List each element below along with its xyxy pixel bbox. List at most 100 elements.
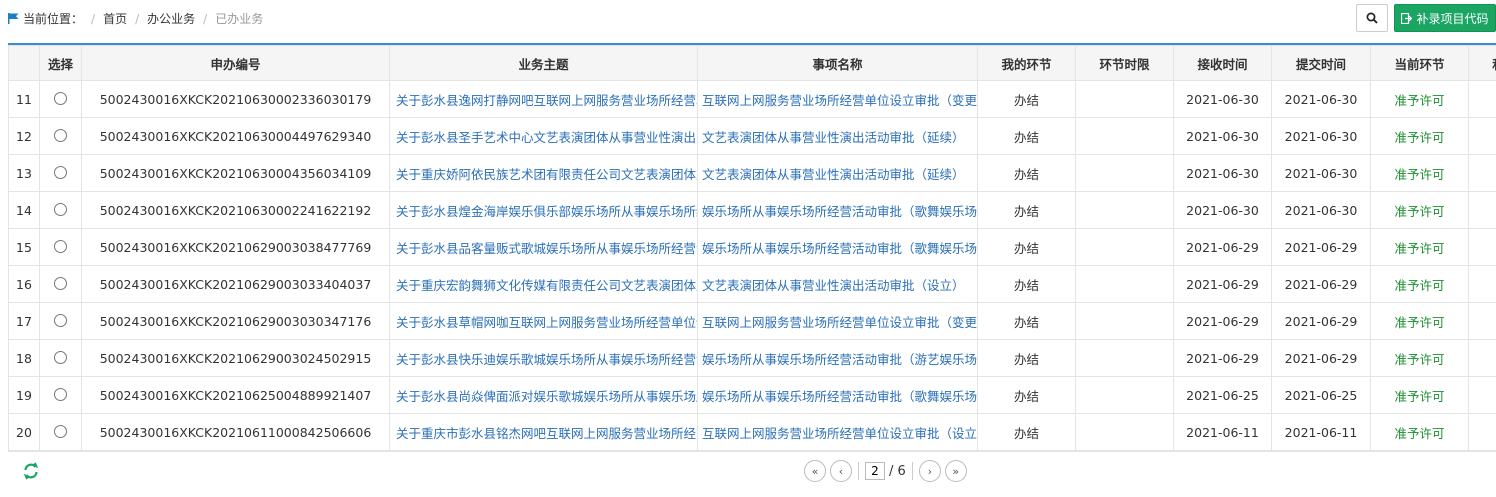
submitted-time: 2021-06-25: [1271, 376, 1371, 414]
step-limit: [1075, 413, 1174, 451]
column-header-index: [8, 45, 40, 81]
table-row[interactable]: 19 5002430016XKCK20210625004889921407 关于…: [8, 376, 1496, 414]
item-name-link[interactable]: 娱乐场所从事娱乐场所经营活动审批（歌舞娱乐场: [697, 228, 978, 266]
step-limit: [1075, 265, 1174, 303]
subject-link[interactable]: 关于彭水县品客量贩式歌城娱乐场所从事娱乐场所经营活: [389, 228, 698, 266]
table-row[interactable]: 14 5002430016XKCK20210630002241622192 关于…: [8, 191, 1496, 229]
table-row[interactable]: 20 5002430016XKCK20210611000842506606 关于…: [8, 413, 1496, 451]
column-header-application-number: 申办编号: [81, 45, 390, 81]
breadcrumb-current: 已办业务: [215, 12, 264, 26]
subject-link[interactable]: 关于彭水县煌金海岸娱乐俱乐部娱乐场所从事娱乐场所经: [389, 191, 698, 229]
step-limit: [1075, 376, 1174, 414]
application-number: 5002430016XKCK20210629003024502915: [81, 339, 390, 377]
application-number: 5002430016XKCK20210629003030347176: [81, 302, 390, 340]
prev-page-button[interactable]: ‹: [830, 460, 852, 482]
subject-link[interactable]: 关于重庆市彭水县铭杰网吧互联网上网服务营业场所经营: [389, 413, 698, 451]
row-select-radio[interactable]: [54, 165, 67, 179]
item-name-link[interactable]: 互联网上网服务营业场所经营单位设立审批（设立: [697, 413, 978, 451]
application-number: 5002430016XKCK20210630004497629340: [81, 117, 390, 155]
item-name-link[interactable]: 互联网上网服务营业场所经营单位设立审批（变更: [697, 80, 978, 118]
table-row[interactable]: 18 5002430016XKCK20210629003024502915 关于…: [8, 339, 1496, 377]
pager-divider: [858, 462, 859, 480]
search-button[interactable]: [1356, 4, 1388, 32]
add-project-code-label: 补录项目代码: [1416, 11, 1489, 26]
subject-link[interactable]: 关于彭水县快乐迪娱乐歌城娱乐场所从事娱乐场所经营活: [389, 339, 698, 377]
row-select-radio[interactable]: [54, 350, 67, 364]
breadcrumb-office[interactable]: 办公业务: [147, 10, 195, 27]
row-select-cell: [39, 376, 82, 414]
table-row[interactable]: 12 5002430016XKCK20210630004497629340 关于…: [8, 117, 1496, 155]
item-name-link[interactable]: 文艺表演团体从事营业性演出活动审批（延续）: [697, 154, 978, 192]
application-number: 5002430016XKCK20210630004356034109: [81, 154, 390, 192]
row-index: 16: [8, 265, 40, 303]
item-name-link[interactable]: 文艺表演团体从事营业性演出活动审批（设立）: [697, 265, 978, 303]
first-page-button[interactable]: «: [804, 460, 826, 482]
search-icon: [1366, 12, 1378, 24]
row-select-radio[interactable]: [54, 91, 67, 105]
pager-divider: [911, 462, 913, 480]
subject-link[interactable]: 关于彭水县圣手艺术中心文艺表演团体从事营业性演出: [389, 117, 698, 155]
my-step: 办结: [977, 339, 1076, 377]
received-time: 2021-06-29: [1173, 228, 1272, 266]
item-name-link[interactable]: 娱乐场所从事娱乐场所经营活动审批（歌舞娱乐场: [697, 376, 978, 414]
received-time: 2021-06-30: [1173, 117, 1272, 155]
row-index: 17: [8, 302, 40, 340]
row-select-cell: [39, 339, 82, 377]
extra-cell: [1468, 117, 1496, 155]
row-select-radio[interactable]: [54, 128, 67, 142]
step-limit: [1075, 191, 1174, 229]
subject-link[interactable]: 关于彭水县草帽网咖互联网上网服务营业场所经营单位设: [389, 302, 698, 340]
last-page-button[interactable]: »: [944, 460, 967, 482]
add-project-code-button[interactable]: 补录项目代码: [1394, 4, 1496, 32]
table-row[interactable]: 16 5002430016XKCK20210629003033404037 关于…: [8, 265, 1496, 303]
step-limit: [1075, 339, 1174, 377]
row-select-radio[interactable]: [54, 276, 67, 290]
subject-link[interactable]: 关于重庆宏韵舞狮文化传媒有限责任公司文艺表演团体从: [389, 265, 698, 303]
application-number: 5002430016XKCK20210629003033404037: [81, 265, 390, 303]
add-icon: [1401, 12, 1413, 24]
current-step: 准予许可: [1370, 191, 1469, 229]
subject-link[interactable]: 关于彭水县逸网打静网吧互联网上网服务营业场所经营单: [389, 80, 698, 118]
item-name-link[interactable]: 娱乐场所从事娱乐场所经营活动审批（游艺娱乐场: [697, 339, 978, 377]
step-limit: [1075, 302, 1174, 340]
current-step: 准予许可: [1370, 154, 1469, 192]
item-name-link[interactable]: 娱乐场所从事娱乐场所经营活动审批（歌舞娱乐场: [697, 191, 978, 229]
page-number-input[interactable]: [865, 462, 885, 480]
item-name-link[interactable]: 互联网上网服务营业场所经营单位设立审批（变更: [697, 302, 978, 340]
table-body: 11 5002430016XKCK20210630002336030179 关于…: [8, 80, 1496, 451]
refresh-icon[interactable]: [22, 462, 40, 480]
table-row[interactable]: 11 5002430016XKCK20210630002336030179 关于…: [8, 80, 1496, 118]
subject-link[interactable]: 关于彭水县尚焱俾面派对娱乐歌城娱乐场所从事娱乐场所: [389, 376, 698, 414]
row-select-cell: [39, 191, 82, 229]
column-header-received-time: 接收时间: [1173, 45, 1272, 81]
my-step: 办结: [977, 376, 1076, 414]
received-time: 2021-06-29: [1173, 339, 1272, 377]
row-select-radio[interactable]: [54, 202, 67, 216]
submitted-time: 2021-06-29: [1271, 228, 1371, 266]
row-select-radio[interactable]: [54, 424, 67, 438]
item-name-link[interactable]: 文艺表演团体从事营业性演出活动审批（延续）: [697, 117, 978, 155]
column-header-submitted-time: 提交时间: [1271, 45, 1371, 81]
step-limit: [1075, 117, 1174, 155]
next-page-button[interactable]: ›: [918, 460, 941, 482]
received-time: 2021-06-30: [1173, 80, 1272, 118]
subject-link[interactable]: 关于重庆娇阿依民族艺术团有限责任公司文艺表演团体从: [389, 154, 698, 192]
breadcrumb-home[interactable]: 首页: [103, 10, 127, 27]
total-pages-label: / 6: [889, 463, 906, 479]
submitted-time: 2021-06-30: [1271, 117, 1371, 155]
table-row[interactable]: 15 5002430016XKCK20210629003038477769 关于…: [8, 228, 1496, 266]
row-select-radio[interactable]: [54, 387, 67, 401]
row-select-radio[interactable]: [54, 313, 67, 327]
received-time: 2021-06-29: [1173, 302, 1272, 340]
row-select-radio[interactable]: [54, 239, 67, 253]
row-index: 11: [8, 80, 40, 118]
current-step: 准予许可: [1370, 80, 1469, 118]
extra-cell: [1468, 228, 1496, 266]
current-step: 准予许可: [1370, 265, 1469, 303]
my-step: 办结: [977, 302, 1076, 340]
table-row[interactable]: 17 5002430016XKCK20210629003030347176 关于…: [8, 302, 1496, 340]
current-step: 准予许可: [1370, 413, 1469, 451]
table-row[interactable]: 13 5002430016XKCK20210630004356034109 关于…: [8, 154, 1496, 192]
extra-cell: [1468, 413, 1496, 451]
received-time: 2021-06-11: [1173, 413, 1272, 451]
